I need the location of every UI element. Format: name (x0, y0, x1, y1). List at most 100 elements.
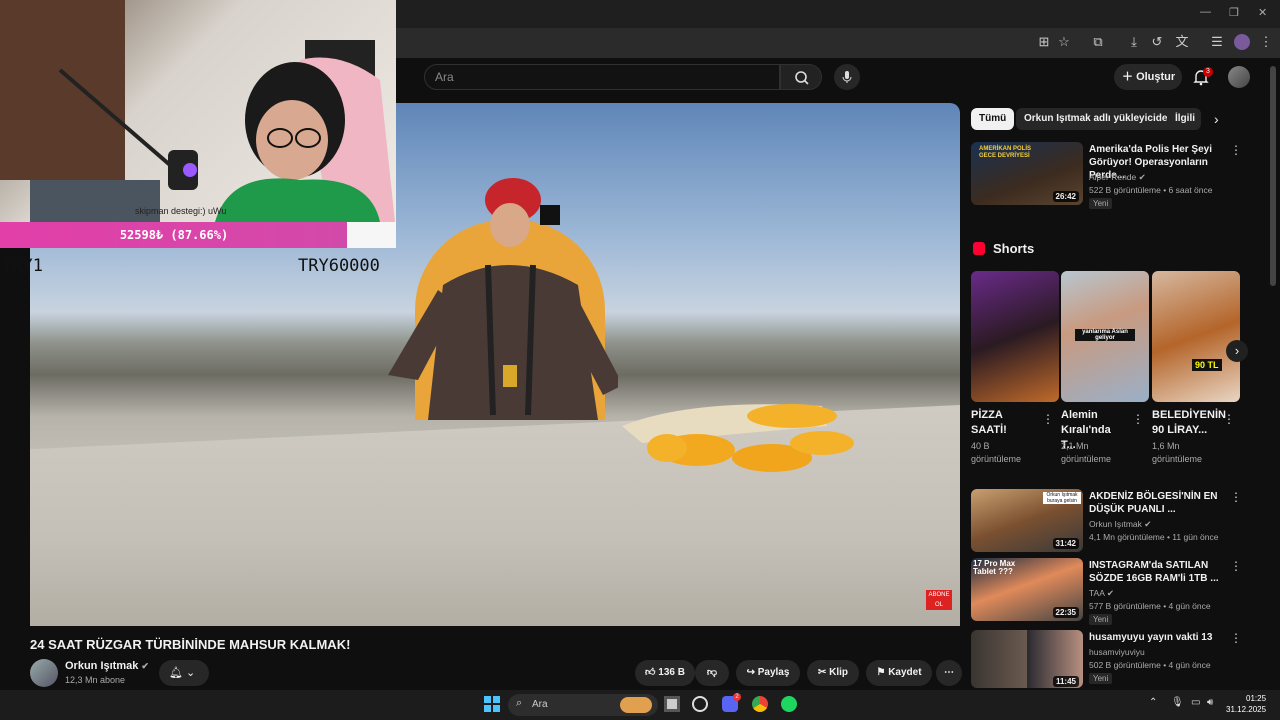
short-thumbnail[interactable]: yanlarıma Aslan geliyor (1061, 271, 1149, 402)
video-channel[interactable]: husamviyuviyu (1089, 647, 1145, 657)
spotify-app-icon[interactable] (781, 696, 797, 712)
taskbar-search-label: Ara (532, 699, 548, 710)
clock-date: 31.12.2025 (1226, 705, 1267, 714)
thumbnail-text: 90 TL (1192, 359, 1222, 371)
maximize-button[interactable]: ❐ (1229, 6, 1239, 19)
reading-list-icon[interactable]: ☰ (1209, 34, 1225, 50)
short-thumbnail[interactable] (971, 271, 1059, 402)
webcam-caption: skipman destegi:) uWu (135, 206, 227, 216)
more-options-icon[interactable]: ⋮ (1230, 143, 1242, 157)
more-options-icon[interactable]: ⋮ (1223, 412, 1235, 426)
share-button[interactable]: ↪ Paylaş (736, 660, 800, 686)
close-window-button[interactable]: ✕ (1258, 6, 1267, 19)
chrome-app-icon[interactable] (752, 696, 768, 712)
search-icon: ⌕ (516, 697, 523, 709)
volume-icon[interactable]: 🔊︎ (1207, 697, 1213, 708)
display-icon[interactable]: ▭ (1191, 697, 1200, 708)
windows-start-icon[interactable] (484, 696, 500, 712)
search-button[interactable] (780, 64, 822, 90)
microphone-icon (842, 71, 852, 83)
account-avatar[interactable] (1228, 66, 1250, 88)
bookmark-icon: ⚑ (876, 667, 889, 678)
show-hidden-icons-icon[interactable]: ⌃ (1149, 697, 1157, 708)
donation-goal-max: TRY60000 (298, 256, 380, 276)
chip-related[interactable]: İlgili (1167, 108, 1201, 130)
video-title-link[interactable]: INSTAGRAM'da SATILAN SÖZDE 16GB RAM'li 1… (1089, 559, 1229, 585)
microphone-icon[interactable]: 🎙︎ (1171, 697, 1184, 708)
video-title-link[interactable]: AKDENİZ BÖLGESİ'NİN EN DÜŞÜK PUANLI ... (1089, 490, 1229, 516)
minimize-button[interactable]: — (1200, 6, 1211, 18)
video-channel[interactable]: Alper Rende ✔ (1089, 172, 1146, 183)
search-input[interactable]: Ara (424, 64, 780, 90)
save-button[interactable]: ⚑ Kaydet (866, 660, 932, 686)
more-options-icon[interactable]: ⋮ (1042, 412, 1054, 426)
obs-app-icon[interactable] (692, 696, 708, 712)
more-horizontal-icon: ⋯ (944, 667, 954, 678)
extensions-icon[interactable]: ⧉ (1090, 34, 1106, 50)
translate-icon[interactable]: 文 (1174, 34, 1190, 50)
verified-icon: ✔ (1106, 588, 1114, 598)
short-views: 40 Bgörüntüleme (971, 441, 1022, 464)
clip-button[interactable]: ✂ Klip (807, 660, 859, 686)
thumbnail-text: yanlarıma Aslan geliyor (1075, 329, 1135, 341)
new-badge: Yeni (1089, 673, 1113, 684)
more-options-icon[interactable]: ⋮ (1230, 559, 1242, 573)
more-options-icon[interactable]: ⋮ (1230, 490, 1242, 504)
video-thumbnail[interactable]: AMERİKAN POLİS GECE DEVRİYESİ 26:42 (971, 142, 1083, 205)
create-label: Oluştur (1136, 71, 1176, 83)
share-label: Paylaş (757, 667, 790, 678)
more-options-icon[interactable]: ⋮ (1230, 631, 1242, 645)
system-clock[interactable]: 01:25 31.12.2025 (1226, 693, 1266, 715)
page-scrollbar[interactable] (1270, 66, 1276, 286)
webcam-overlay (0, 0, 396, 222)
bookmark-star-icon[interactable]: ☆ (1056, 34, 1072, 50)
search-icon (795, 71, 809, 85)
video-channel[interactable]: Orkun Işıtmak ✔ (1089, 519, 1151, 530)
dislike-button[interactable]: 👎︎ (695, 660, 729, 686)
donation-goal-text: 52598₺ (87.66%) (119, 228, 229, 242)
video-title-link[interactable]: husamyuyu yayın vakti 13 (1089, 631, 1229, 644)
shorts-next-button[interactable]: › (1226, 340, 1248, 362)
new-badge: Yeni (1089, 198, 1113, 209)
video-thumbnail[interactable]: Orkun Işıtmak buraya gelsin 31:42 (971, 489, 1083, 552)
subscribe-watermark-badge[interactable]: ABONE OL (926, 590, 952, 610)
scissors-icon: ✂ (817, 667, 830, 678)
thumbnail-text: AMERİKAN POLİS GECE DEVRİYESİ (979, 146, 1032, 159)
clip-label: Klip (829, 667, 849, 678)
voice-search-button[interactable] (834, 64, 860, 90)
chevron-down-icon: ⌄ (186, 667, 196, 679)
task-view-icon[interactable] (664, 696, 680, 712)
channel-name[interactable]: Orkun Işıtmak ✔ (65, 660, 149, 672)
short-views: 2,1 Mn görüntüleme (1061, 441, 1112, 464)
video-thumbnail[interactable]: 17 Pro Max Tablet ??? 22:35 (971, 558, 1083, 621)
clock-time: 01:25 (1246, 694, 1267, 703)
video-thumbnail[interactable]: 11:45 (971, 630, 1083, 688)
profile-icon[interactable] (1234, 34, 1250, 50)
subscription-bell-button[interactable]: 🔔︎ ⌄ (159, 660, 209, 686)
chip-from-uploader[interactable]: Orkun Işıtmak adlı yükleyiciden (1016, 108, 1182, 130)
more-options-icon[interactable]: ⋮ (1132, 412, 1144, 426)
chip-all[interactable]: Tümü (971, 108, 1015, 130)
like-button[interactable]: 👍︎ 136 B (635, 660, 695, 686)
video-duration: 26:42 (1052, 191, 1079, 202)
verified-icon: ✔ (141, 661, 149, 671)
thumbs-down-icon: 👎︎ (706, 667, 718, 678)
browser-menu-icon[interactable]: ⋮ (1258, 34, 1274, 50)
downloads-icon[interactable]: ⤓ (1126, 34, 1142, 50)
verified-icon: ✔ (1138, 172, 1146, 182)
more-actions-button[interactable]: ⋯ (936, 660, 962, 686)
plus-icon: ＋ (1122, 71, 1137, 83)
save-label: Kaydet (888, 667, 922, 678)
install-app-icon[interactable]: ⊞ (1036, 34, 1052, 50)
chevron-right-icon[interactable]: › (1214, 111, 1219, 127)
history-icon[interactable]: ↺ (1149, 34, 1165, 50)
thumbnail-text: 17 Pro Max Tablet ??? (973, 559, 1016, 576)
create-button[interactable]: ＋ Oluştur (1114, 64, 1182, 90)
video-channel[interactable]: TAA ✔ (1089, 588, 1114, 599)
short-title[interactable]: PİZZA SAATİ! (971, 408, 1033, 438)
search-highlight-icon[interactable] (620, 697, 652, 713)
thumbs-up-icon: 👍︎ (645, 667, 659, 678)
channel-avatar[interactable] (30, 659, 58, 687)
short-title[interactable]: BELEDİYENİN 90 LİRAY... (1152, 408, 1226, 438)
short-thumbnail[interactable]: 90 TL (1152, 271, 1240, 402)
